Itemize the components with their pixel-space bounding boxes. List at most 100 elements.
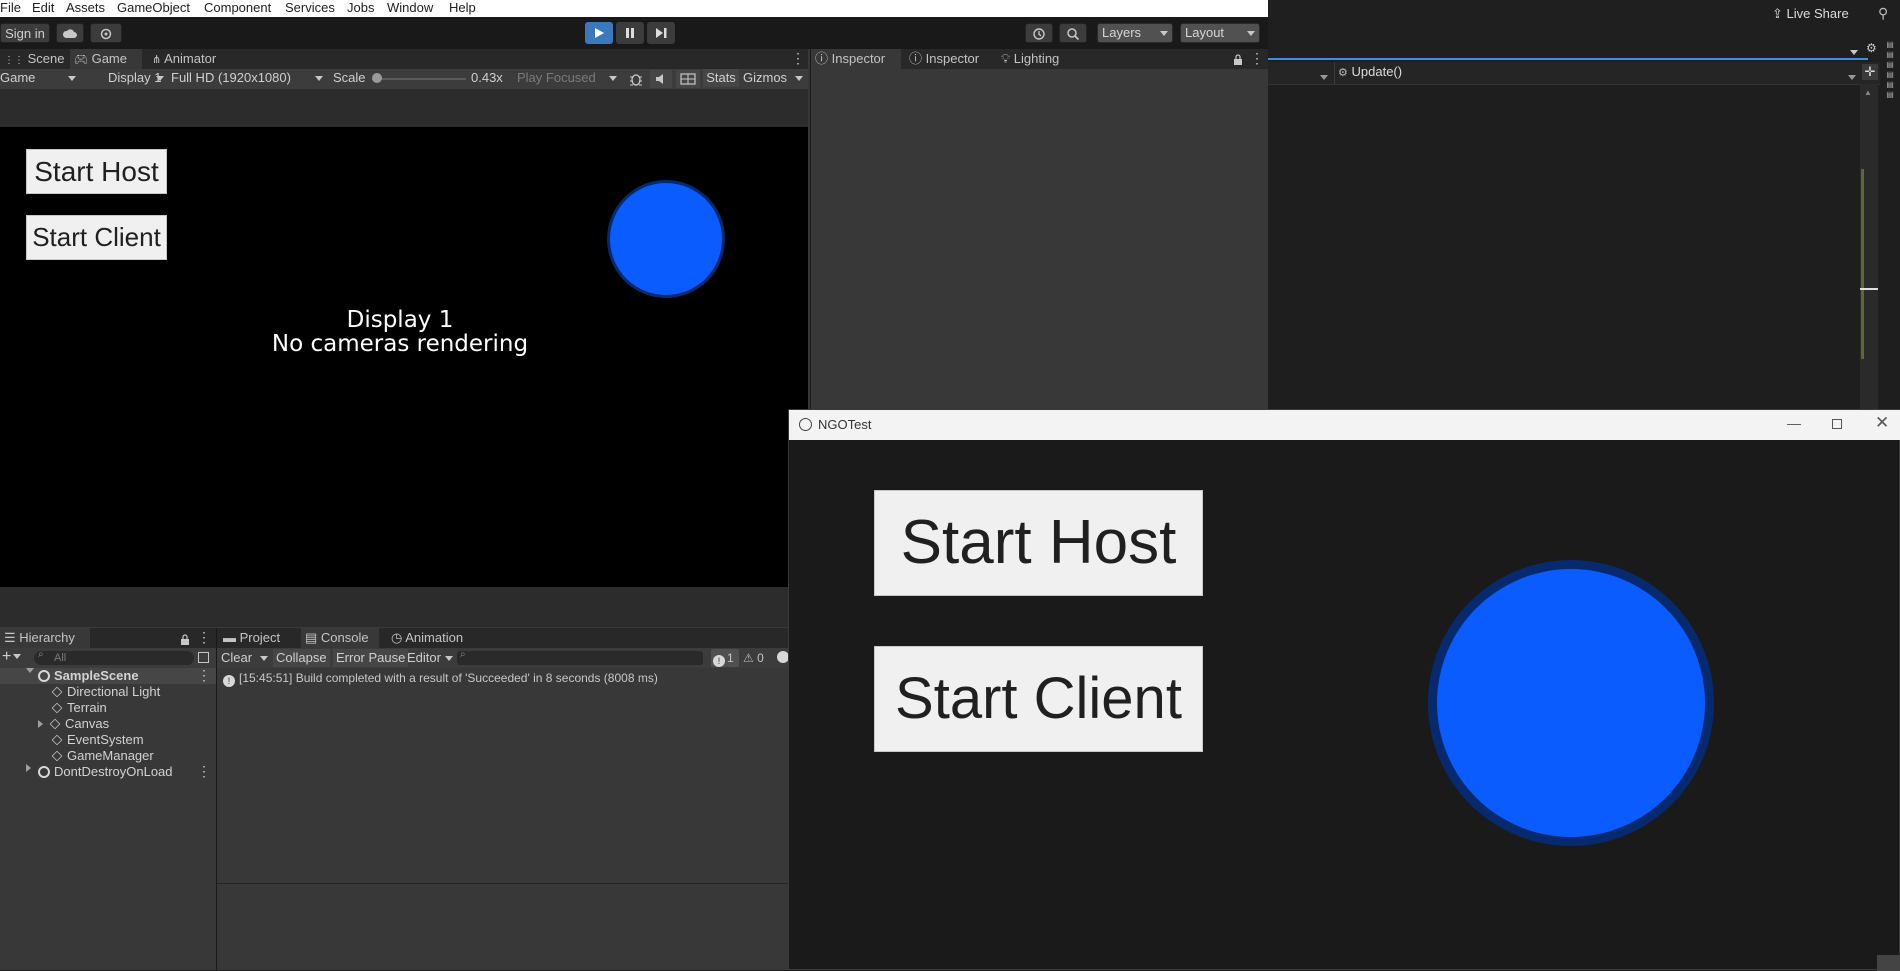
play-button[interactable] xyxy=(585,22,613,44)
mute-audio-button[interactable] xyxy=(650,70,672,88)
start-host-button[interactable]: Start Host xyxy=(874,490,1203,596)
clear-button[interactable]: Clear xyxy=(221,649,268,667)
info-count-toggle[interactable]: ! 1 xyxy=(711,649,739,667)
expand-caret-icon[interactable] xyxy=(38,720,43,728)
live-share-button[interactable]: ⇪ Live Share xyxy=(1772,6,1849,22)
menu-jobs[interactable]: Jobs xyxy=(347,0,374,15)
more-menu-icon[interactable] xyxy=(791,50,805,67)
tab-animator[interactable]: ⋔ Animator xyxy=(148,49,228,69)
settings-icon xyxy=(100,28,112,40)
hierarchy-item-directional-light[interactable]: Directional Light xyxy=(51,684,160,700)
start-host-button[interactable]: Start Host xyxy=(26,149,167,194)
pin-icon[interactable]: ⚲ xyxy=(1878,5,1888,22)
split-editor-button[interactable]: ✛ xyxy=(1862,64,1878,80)
expand-caret-icon[interactable] xyxy=(26,764,31,772)
scale-slider-track[interactable] xyxy=(372,78,466,80)
error-pause-toggle[interactable]: Error Pause xyxy=(333,649,409,667)
toolbox-icon[interactable]: ▤ xyxy=(1880,90,1900,100)
toolbox-icon[interactable]: ▤ xyxy=(1880,40,1900,50)
hierarchy-item-gamemanager[interactable]: GameManager xyxy=(51,748,154,764)
hierarchy-item-terrain[interactable]: Terrain xyxy=(51,700,107,716)
more-menu-icon[interactable] xyxy=(197,667,211,683)
tab-project[interactable]: ▬ Project xyxy=(219,628,291,648)
collapse-toggle[interactable]: Collapse xyxy=(273,649,330,667)
play-focused-dropdown[interactable]: Play Focused xyxy=(517,69,617,87)
method-dropdown-arrow[interactable] xyxy=(1848,69,1856,84)
start-client-button[interactable]: Start Client xyxy=(874,646,1203,752)
search-button[interactable] xyxy=(1059,23,1087,43)
more-menu-icon[interactable] xyxy=(197,763,211,779)
editor-dropdown[interactable]: Editor xyxy=(407,649,453,667)
mute-bug-button[interactable] xyxy=(626,70,646,88)
scale-slider-thumb[interactable] xyxy=(372,73,382,83)
ngotest-titlebar[interactable]: NGOTest — ✕ xyxy=(789,410,1900,440)
tab-game[interactable]: 🎮︎ Game xyxy=(70,49,142,69)
cloud-button[interactable] xyxy=(56,23,84,43)
resolution-dropdown[interactable]: Full HD (1920x1080) xyxy=(171,69,323,87)
console-search-input[interactable]: ⌕ xyxy=(457,649,703,665)
minimize-icon[interactable]: — xyxy=(1787,415,1801,431)
maximize-icon[interactable] xyxy=(1832,419,1842,429)
start-client-button[interactable]: Start Client xyxy=(26,215,167,260)
menu-assets[interactable]: Assets xyxy=(66,0,105,15)
menu-window[interactable]: Window xyxy=(387,0,433,15)
menu-services[interactable]: Services xyxy=(285,0,335,15)
tab-scene[interactable]: ⋮⋮ Scene xyxy=(0,49,66,69)
toolbox-icon[interactable]: ▤ xyxy=(1880,70,1900,80)
toolbox-icon[interactable]: ▤ xyxy=(1880,60,1900,70)
scroll-up-icon[interactable]: ▲ xyxy=(1864,88,1872,97)
vs-vertical-scrollbar[interactable]: ▲ xyxy=(1860,84,1878,410)
tab-lighting[interactable]: 💡︎ Lighting xyxy=(997,49,1083,69)
hierarchy-item-dontdestroyonload[interactable]: DontDestroyOnLoad xyxy=(0,763,216,780)
visual-studio-window: ⇪ Live Share ⚲ ⚙ ⚙ Update() ✛ ▲ ▤ ▤ ▤ ▤ ▤ ▤ xyxy=(1268,0,1900,410)
layout-dropdown[interactable]: Layout xyxy=(1180,23,1260,43)
main-toolbar: Sign in Layers Layout xyxy=(0,17,1268,49)
hierarchy-item-canvas[interactable]: Canvas xyxy=(38,716,109,732)
gear-icon[interactable]: ⚙ xyxy=(1866,41,1877,55)
type-dropdown-arrow[interactable] xyxy=(1320,69,1328,84)
lock-icon[interactable] xyxy=(1233,53,1243,65)
grid-toggle-button[interactable] xyxy=(676,70,700,88)
view-dropdown[interactable]: Game xyxy=(0,69,78,87)
step-button[interactable] xyxy=(647,22,675,44)
console-log-entry[interactable]: ! [15:45:51] Build completed with a resul… xyxy=(217,669,788,687)
toolbox-icon[interactable]: ▤ xyxy=(1880,80,1900,90)
tab-animation[interactable]: ◷ Animation xyxy=(387,628,477,648)
gameobject-cube-icon xyxy=(51,750,63,762)
pause-button[interactable] xyxy=(616,22,644,44)
chevron-down-icon[interactable] xyxy=(1850,44,1858,59)
tab-hierarchy[interactable]: ☰ Hierarchy xyxy=(0,628,90,648)
tab-game-label: Game xyxy=(91,51,127,66)
tab-console[interactable]: ▤ Console xyxy=(301,628,379,648)
add-icon[interactable]: + xyxy=(2,648,22,666)
search-filter-icon[interactable] xyxy=(198,652,209,663)
layers-dropdown[interactable]: Layers xyxy=(1097,23,1173,43)
stats-button[interactable]: Stats xyxy=(703,69,739,87)
display-dropdown[interactable]: Display 1 xyxy=(108,69,164,87)
hierarchy-item-eventsystem[interactable]: EventSystem xyxy=(51,732,144,748)
hierarchy-item-samplescene[interactable]: SampleScene xyxy=(0,667,216,684)
collab-button[interactable] xyxy=(90,23,122,43)
tab-inspector-2[interactable]: ⓘ Inspector xyxy=(905,49,991,69)
list-icon: ☰ xyxy=(4,630,16,645)
lock-icon[interactable] xyxy=(180,633,190,645)
tab-inspector-1[interactable]: ⓘ Inspector xyxy=(811,49,901,69)
more-menu-icon[interactable] xyxy=(197,629,211,646)
game-view[interactable]: Start Host Start Client Display 1 No cam… xyxy=(0,127,808,587)
menu-gameobject[interactable]: GameObject xyxy=(117,0,190,15)
more-menu-icon[interactable] xyxy=(1250,50,1264,67)
history-button[interactable] xyxy=(1025,23,1053,43)
expand-caret-icon[interactable] xyxy=(26,668,34,673)
method-dropdown[interactable]: ⚙ Update() xyxy=(1338,64,1402,79)
toolbox-icon[interactable]: ▤ xyxy=(1880,50,1900,60)
menu-component[interactable]: Component xyxy=(204,0,271,15)
sign-in-button[interactable]: Sign in xyxy=(0,23,50,43)
close-icon[interactable]: ✕ xyxy=(1875,413,1889,433)
warning-count-toggle[interactable]: ⚠ 0 xyxy=(743,649,771,667)
hierarchy-search-input[interactable]: ⌕ All xyxy=(34,649,194,665)
menu-edit[interactable]: Edit xyxy=(32,0,54,15)
gizmos-dropdown[interactable]: Gizmos xyxy=(743,69,803,87)
menu-file[interactable]: File xyxy=(0,0,21,15)
vs-side-toolstrip[interactable]: ▤ ▤ ▤ ▤ ▤ ▤ xyxy=(1880,40,1900,140)
menu-help[interactable]: Help xyxy=(449,0,476,15)
